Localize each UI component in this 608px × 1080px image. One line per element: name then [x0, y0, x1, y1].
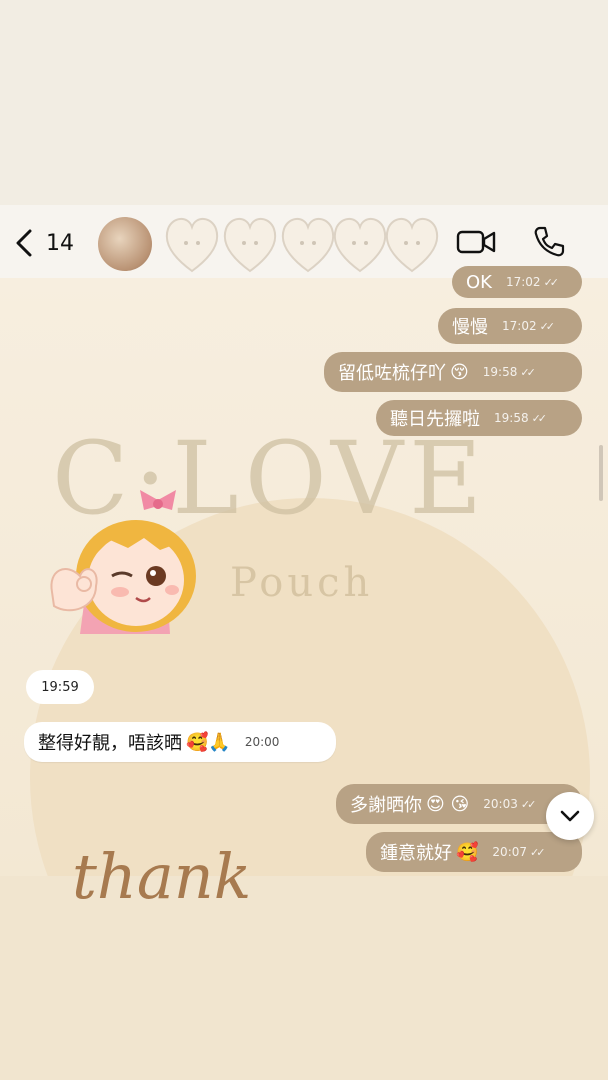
girl-wink-sticker[interactable]	[40, 484, 220, 644]
message-text: 慢慢	[452, 317, 488, 338]
message-time: 20:00	[244, 735, 280, 749]
message-bubble-outgoing[interactable]: 慢慢 17:02 ✓✓	[438, 308, 582, 344]
message-text: 留低咗梳仔吖	[338, 363, 446, 384]
emoji: 😚	[450, 361, 469, 383]
watermark-subtext: Pouch	[230, 560, 374, 606]
read-receipt-icon: ✓✓	[539, 319, 556, 333]
read-receipt-icon: ✓✓	[531, 411, 548, 425]
scrollbar[interactable]	[599, 445, 603, 501]
message-text: 聽日先攞啦	[390, 409, 480, 430]
thank-handwriting: thank	[72, 840, 251, 913]
chevron-down-icon	[560, 810, 580, 822]
thank-text: thank	[72, 840, 251, 913]
top-background	[0, 0, 608, 205]
emoji: 😍 😘	[426, 793, 470, 815]
message-text: 鍾意就好	[380, 843, 452, 864]
message-time: 17:02	[502, 319, 537, 333]
message-text: 多謝晒你	[350, 795, 422, 816]
message-time: 19:58	[494, 411, 529, 425]
scroll-to-bottom-button[interactable]	[546, 792, 594, 840]
header-overlay	[0, 205, 608, 278]
message-time: 19:58	[482, 365, 518, 379]
message-bubble-outgoing[interactable]: 鍾意就好 🥰 20:07 ✓✓	[366, 832, 582, 872]
message-bubble-outgoing[interactable]: 聽日先攞啦 19:58 ✓✓	[376, 400, 582, 436]
date-time-badge: 19:59	[26, 670, 94, 704]
message-bubble-incoming[interactable]: 整得好靚，唔該晒 🥰🙏 20:00	[24, 722, 336, 762]
message-bubble-outgoing[interactable]: 留低咗梳仔吖 😚 19:58 ✓✓	[324, 352, 582, 392]
message-text: 整得好靚，唔該晒	[38, 733, 182, 754]
read-receipt-icon: ✓✓	[520, 797, 537, 811]
emoji: 🥰	[456, 841, 479, 863]
emoji: 🥰🙏	[186, 731, 231, 753]
read-receipt-icon: ✓✓	[520, 365, 536, 379]
read-receipt-icon: ✓✓	[530, 845, 546, 859]
message-time: 20:07	[492, 845, 528, 859]
message-time: 20:03	[483, 797, 518, 811]
